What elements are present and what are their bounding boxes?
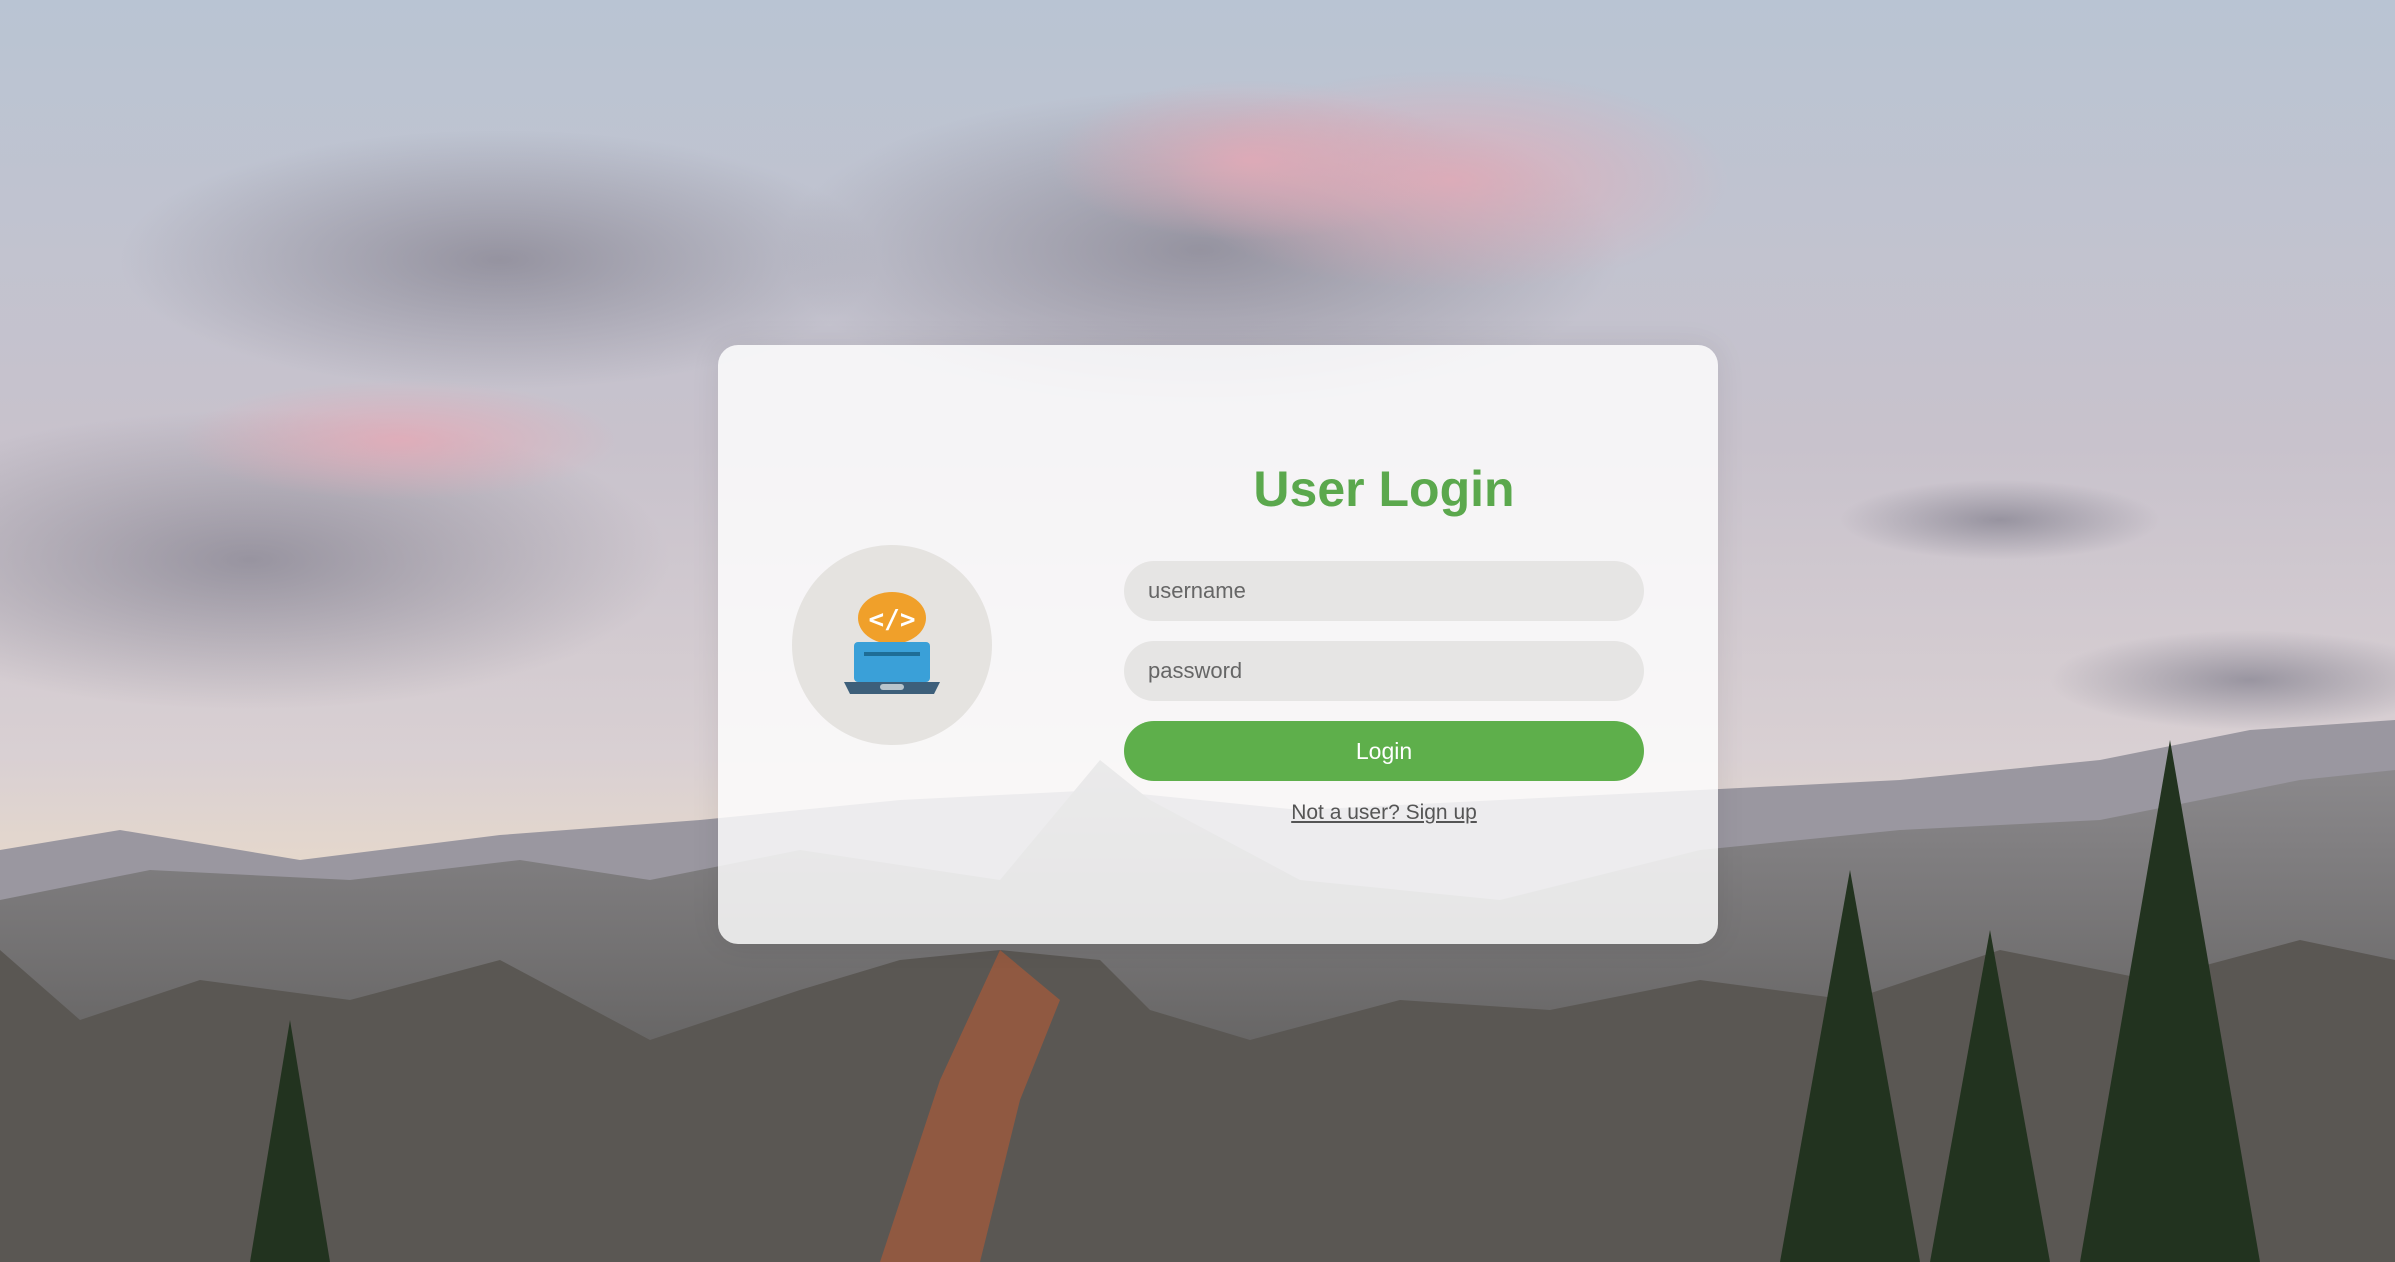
username-input[interactable] (1124, 561, 1644, 621)
login-card: </> User Login Login Not a user? Sign up (718, 345, 1718, 944)
login-button[interactable]: Login (1124, 721, 1644, 781)
page-title: User Login (1253, 461, 1515, 517)
laptop-code-icon: </> (844, 592, 940, 694)
password-input[interactable] (1124, 641, 1644, 701)
avatar: </> (792, 545, 992, 745)
signup-link[interactable]: Not a user? Sign up (1124, 801, 1644, 825)
svg-text:</>: </> (869, 605, 916, 635)
